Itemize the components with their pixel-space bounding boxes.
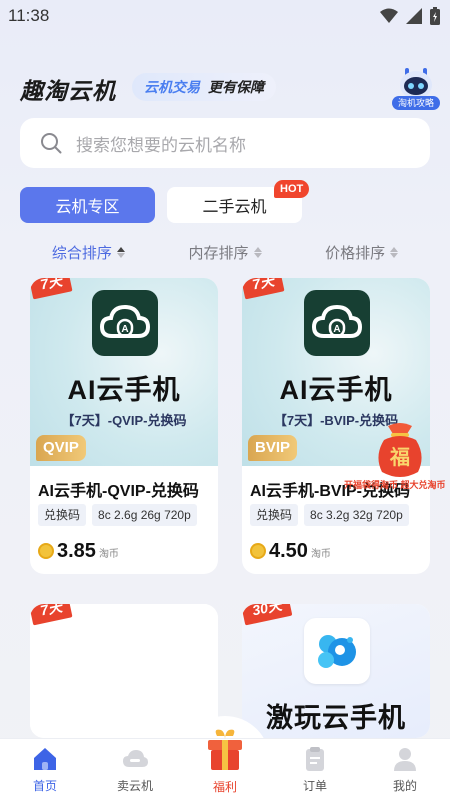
image-subtitle: 【7天】-QVIP-兑换码 xyxy=(61,413,187,428)
tab-welfare-label: 福利 xyxy=(212,780,237,794)
user-icon xyxy=(394,748,416,771)
app-logo: A xyxy=(304,290,370,356)
lucky-bag-text: 开福袋得淘币 超大兑淘币 xyxy=(344,480,446,490)
image-title: AI云手机 xyxy=(279,375,393,405)
app-logo xyxy=(304,618,370,684)
spec-row: 兑换码 8c 2.6g 26g 720p xyxy=(38,504,197,526)
sort-composite[interactable]: 综合排序 xyxy=(20,232,157,272)
battery-icon xyxy=(430,7,440,25)
tab-label: 卖云机 xyxy=(116,779,153,793)
app-title: 趣淘云机 xyxy=(20,78,116,104)
search-icon xyxy=(41,133,62,154)
price: 3.85 淘币 xyxy=(38,540,119,563)
hot-badge: HOT xyxy=(274,180,310,198)
sort-arrows-icon xyxy=(253,246,262,258)
slogan-blue: 云机交易 xyxy=(144,79,200,95)
price: 4.50 淘币 xyxy=(250,540,331,563)
price-unit: 淘币 xyxy=(310,549,331,560)
spec-chip: 8c 3.2g 32g 720p xyxy=(304,504,409,526)
lucky-bag-char: 福 xyxy=(389,445,410,469)
cloud-icon xyxy=(123,750,148,767)
product-image xyxy=(30,604,218,738)
tab-label: 首页 xyxy=(32,779,57,793)
wifi-icon xyxy=(380,8,398,23)
vip-badge: BVIP xyxy=(248,435,298,461)
tab-mine[interactable]: 我的 xyxy=(360,739,450,800)
spec-chip: 8c 2.6g 26g 720p xyxy=(92,504,197,526)
product-card[interactable]: 7天 xyxy=(30,604,218,738)
game-cloud-icon xyxy=(318,635,356,668)
product-image: 激玩云手机 xyxy=(242,604,430,738)
sort-label: 价格排序 xyxy=(325,244,386,262)
image-title: 激玩云手机 xyxy=(266,703,406,733)
price-value: 3.85 xyxy=(57,540,96,562)
cloud-a-icon: A xyxy=(99,304,151,338)
slogan-pill: 云机交易 更有保障 xyxy=(132,73,276,101)
sort-label: 综合排序 xyxy=(51,244,112,262)
search-placeholder: 搜索您想要的云机名称 xyxy=(76,135,246,155)
search-bar[interactable]: 搜索您想要的云机名称 xyxy=(20,118,430,168)
status-time: 11:38 xyxy=(8,6,50,25)
sort-memory[interactable]: 内存排序 xyxy=(157,232,294,272)
guide-label: 淘机攻略 xyxy=(392,96,440,110)
tab-cloud-zone[interactable]: 云机专区 xyxy=(20,187,155,223)
tag-chip: 兑换码 xyxy=(38,504,87,526)
sort-arrows-icon xyxy=(390,246,399,258)
sort-bar: 综合排序 内存排序 价格排序 xyxy=(20,232,430,272)
guide-button[interactable]: 淘机攻略 xyxy=(392,66,440,110)
tab-label: 我的 xyxy=(392,779,417,793)
sort-price[interactable]: 价格排序 xyxy=(293,232,430,272)
product-image: A AI云手机 【7天】-QVIP-兑换码 QVIP xyxy=(30,278,218,466)
vip-badge: QVIP xyxy=(36,435,86,461)
lucky-bag-icon: 福 xyxy=(378,423,422,477)
brand-header: 趣淘云机 云机交易 更有保障 淘机攻略 xyxy=(20,66,440,110)
home-icon xyxy=(34,748,56,770)
clipboard-icon xyxy=(306,747,324,771)
spec-row: 兑换码 8c 3.2g 32g 720p xyxy=(250,504,409,526)
product-card[interactable]: 激玩云手机 30天 xyxy=(242,604,430,738)
tab-label: 订单 xyxy=(302,779,327,793)
welfare-button[interactable] xyxy=(205,728,245,777)
image-title: AI云手机 xyxy=(67,375,181,405)
svg-text:A: A xyxy=(121,324,128,335)
product-card[interactable]: A AI云手机 【7天】-QVIP-兑换码 QVIP 7天 AI云手机-QVIP… xyxy=(30,278,218,574)
gift-icon xyxy=(208,729,242,770)
price-unit: 淘币 xyxy=(98,549,119,560)
lucky-bag-button[interactable]: 福 xyxy=(374,420,426,484)
coin-icon xyxy=(38,543,54,559)
cloud-a-icon: A xyxy=(311,304,363,338)
tab-orders[interactable]: 订单 xyxy=(270,739,360,800)
sort-arrows-icon xyxy=(116,246,125,258)
tab-home[interactable]: 首页 xyxy=(0,739,90,800)
svg-text:A: A xyxy=(333,324,340,335)
signal-icon xyxy=(406,8,422,24)
tag-chip: 兑换码 xyxy=(250,504,299,526)
slogan-dark: 更有保障 xyxy=(208,79,264,95)
app-logo: A xyxy=(92,290,158,356)
sort-label: 内存排序 xyxy=(188,244,249,262)
product-name: AI云手机-QVIP-兑换码 xyxy=(38,483,199,500)
price-value: 4.50 xyxy=(269,540,308,562)
tab-sell[interactable]: 卖云机 xyxy=(90,739,180,800)
status-bar: 11:38 xyxy=(0,0,450,32)
coin-icon xyxy=(250,543,266,559)
